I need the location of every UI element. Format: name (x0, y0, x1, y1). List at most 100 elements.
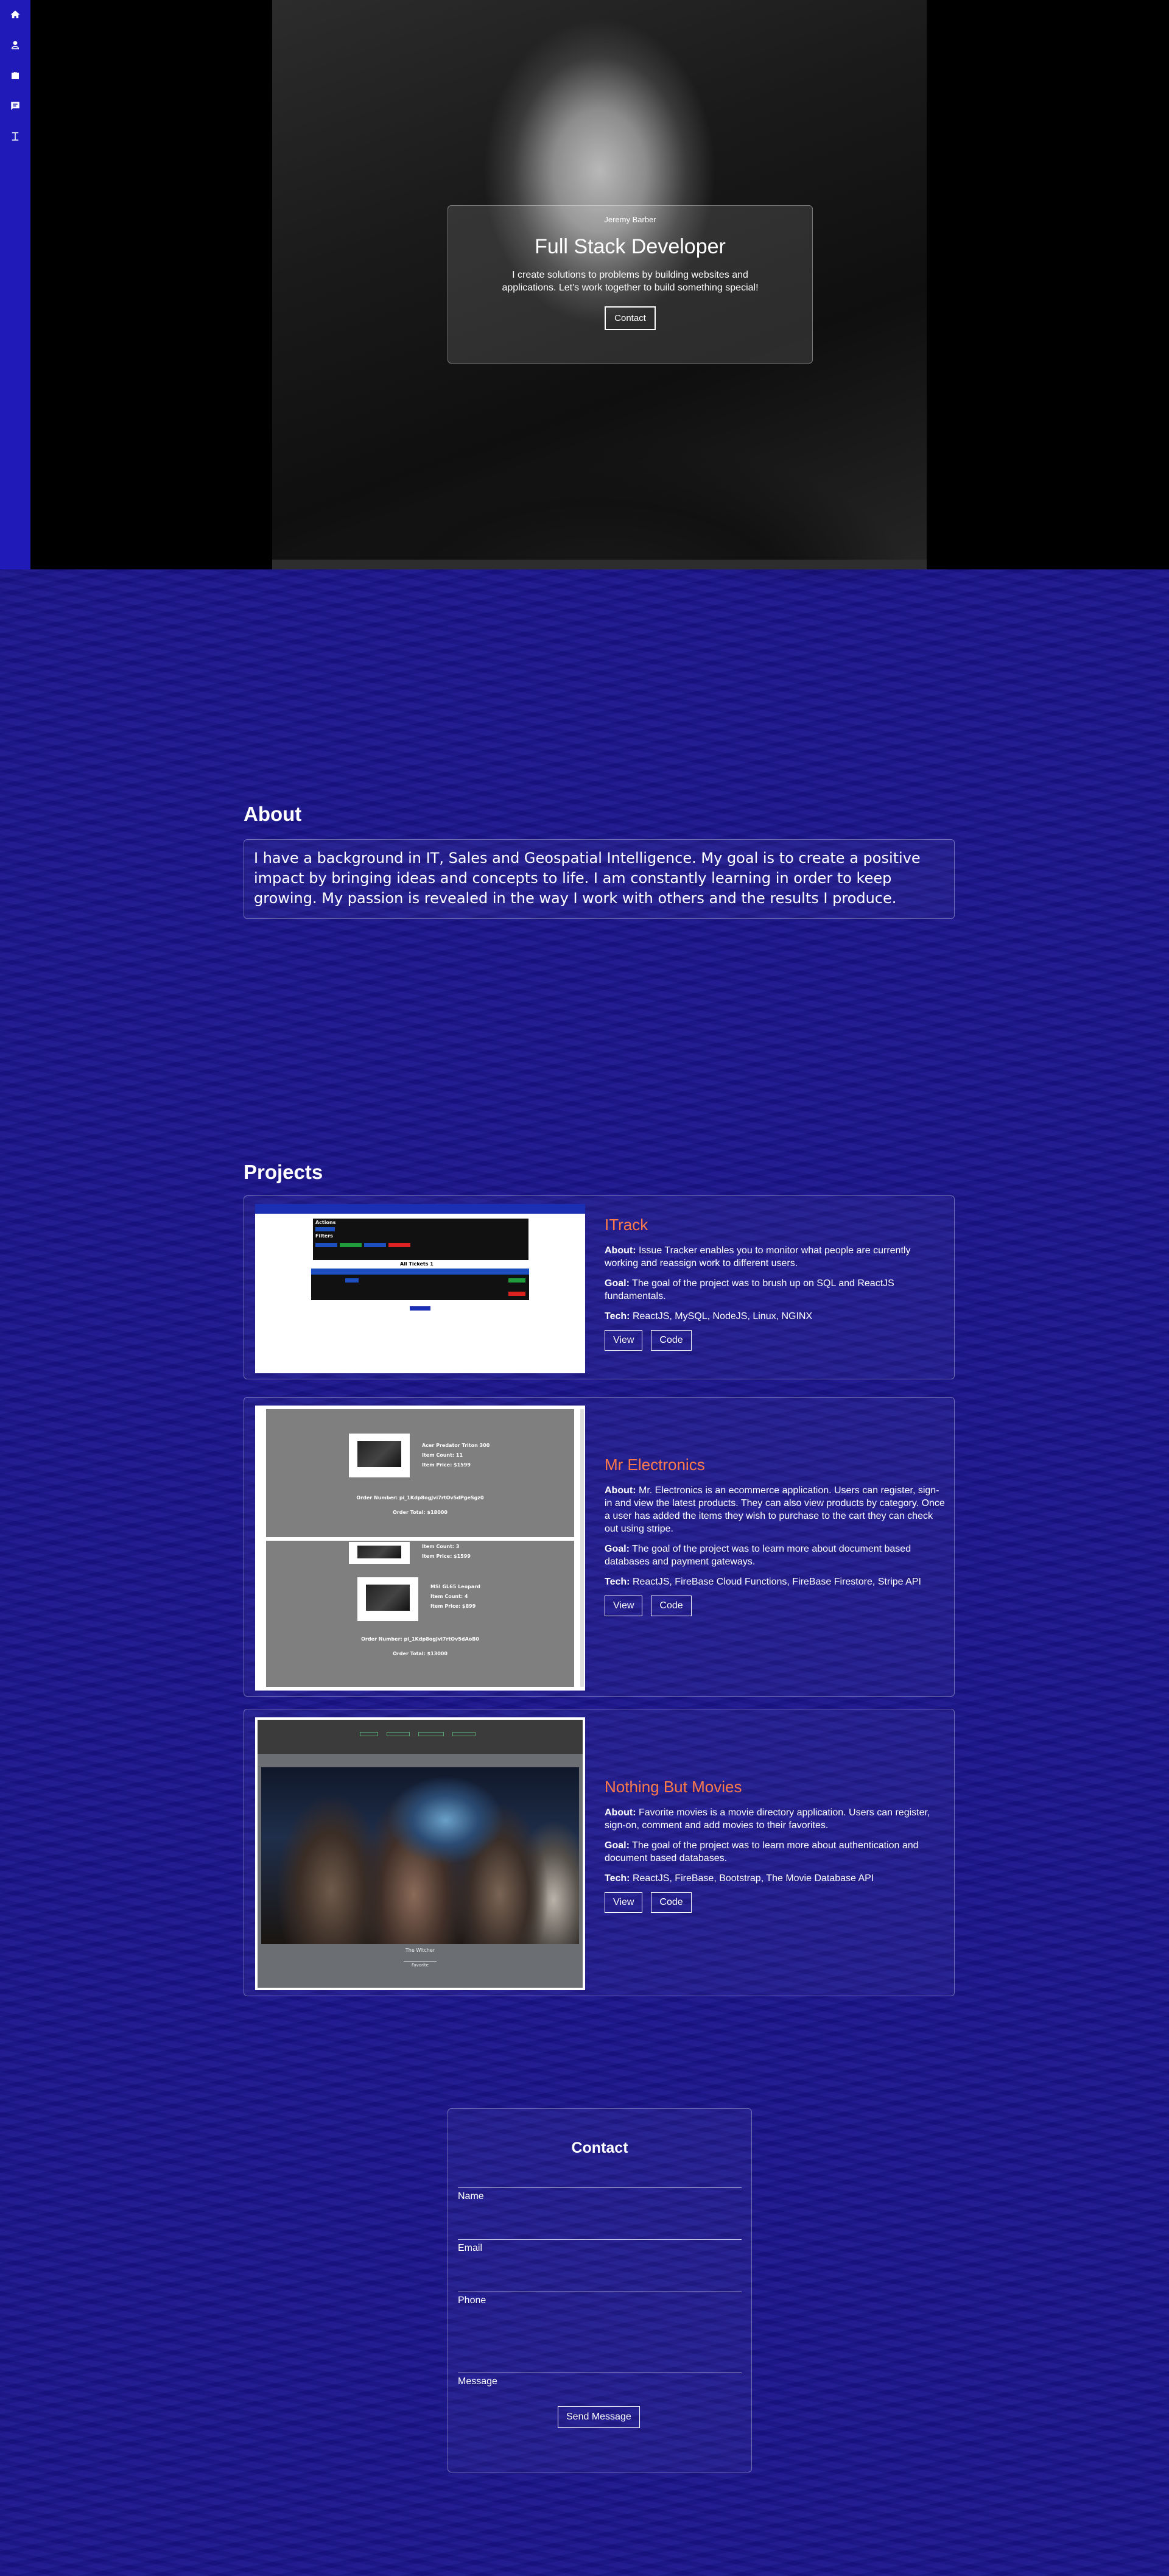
project-goal: Goal: The goal of the project was to lea… (605, 1839, 946, 1865)
hero-name: Jeremy Barber (604, 215, 656, 224)
mock-order-card: Item Count: 3 Item Price: $1599 MSI GL65… (266, 1541, 574, 1687)
about-text: I have a background in IT, Sales and Geo… (254, 850, 921, 907)
project-tech: Tech: ReactJS, FireBase Cloud Functions,… (605, 1575, 946, 1588)
sidebar-item-home[interactable] (6, 6, 24, 23)
hero-text: I create solutions to problems by buildi… (502, 270, 759, 293)
sidebar-item-about[interactable] (6, 37, 24, 54)
goal-label: Goal: (605, 1840, 630, 1851)
project-info-mr-electronics: Mr Electronics About: Mr. Electronics is… (605, 1455, 946, 1616)
projects-title: Projects (244, 1161, 323, 1183)
mock-order-total: Order Total: $18000 (393, 1510, 448, 1515)
mock-actions-title: Actions (315, 1220, 336, 1225)
mock-tickets-label: All Tickets 1 (400, 1261, 434, 1267)
mock-order-card: Acer Predator Triton 300 Item Count: 11 … (266, 1409, 574, 1537)
mock-filters-title: Filters (315, 1233, 333, 1239)
name-field[interactable] (458, 2187, 742, 2188)
hero-title: Full Stack Developer (535, 235, 726, 258)
mock-button (508, 1292, 525, 1296)
project-info-nothing-but-movies: Nothing But Movies About: Favorite movie… (605, 1778, 946, 1913)
mock-button (315, 1227, 335, 1231)
project-screenshot-nothing-but-movies: The Witcher Favorite (255, 1717, 585, 1990)
project-buttons: View Code (605, 1892, 946, 1913)
mock-movie-poster (261, 1767, 579, 1944)
mock-item-count: Item Count: 4 (430, 1594, 468, 1599)
project-tech-text: ReactJS, FireBase Cloud Functions, FireB… (632, 1577, 921, 1587)
project-name: Mr Electronics (605, 1455, 705, 1474)
code-button[interactable]: Code (651, 1596, 692, 1616)
project-card-itrack: Actions Filters All Tickets 1 ITrack Abo… (244, 1195, 955, 1379)
mock-button (340, 1243, 362, 1247)
sidebar-nav (0, 0, 30, 569)
project-tech-text: ReactJS, FireBase, Bootstrap, The Movie … (632, 1873, 874, 1884)
contact-title: Contact (571, 2139, 628, 2156)
project-screenshot-mr-electronics: Acer Predator Triton 300 Item Count: 11 … (255, 1406, 585, 1691)
code-button[interactable]: Code (651, 1330, 692, 1351)
mock-item-price: Item Price: $1599 (422, 1554, 471, 1559)
project-screenshot-itrack: Actions Filters All Tickets 1 (255, 1204, 585, 1373)
mock-button (388, 1243, 410, 1247)
project-card-mr-electronics: Acer Predator Triton 300 Item Count: 11 … (244, 1397, 955, 1697)
phone-label: Phone (458, 2295, 486, 2306)
mock-item-count: Item Count: 11 (422, 1452, 463, 1458)
message-icon (11, 102, 19, 110)
email-label: Email (458, 2243, 483, 2253)
mock-item-details: MSI GL65 Leopard Item Count: 4 Item Pric… (430, 1582, 480, 1611)
goal-label: Goal: (605, 1278, 630, 1289)
view-button[interactable]: View (605, 1596, 643, 1616)
mock-item-count: Item Count: 3 (422, 1544, 460, 1549)
project-about-text: Issue Tracker enables you to monitor wha… (605, 1245, 911, 1269)
hero-section: Jeremy Barber Full Stack Developer I cre… (30, 0, 1169, 569)
mock-pagination (410, 1306, 430, 1311)
project-tech-text: ReactJS, MySQL, NodeJS, Linux, NGINX (632, 1311, 813, 1321)
mock-item-details: Acer Predator Triton 300 Item Count: 11 … (422, 1441, 490, 1470)
project-about: About: Mr. Electronics is an ecommerce a… (605, 1484, 946, 1535)
mock-item-name: Acer Predator Triton 300 (422, 1443, 490, 1448)
mock-navbar (258, 1720, 583, 1754)
sidebar-item-contact[interactable] (6, 97, 24, 114)
about-box: I have a background in IT, Sales and Geo… (244, 839, 955, 919)
mock-order-total: Order Total: $13000 (393, 1651, 448, 1656)
contact-form: Contact Name Email Phone Message Send Me… (448, 2108, 752, 2472)
mock-nav-button (360, 1732, 378, 1736)
mock-laptop-image (357, 1577, 418, 1621)
mock-tickets-table (311, 1269, 529, 1300)
view-button[interactable]: View (605, 1892, 643, 1913)
project-tech: Tech: ReactJS, FireBase, Bootstrap, The … (605, 1872, 946, 1885)
text-cursor-icon (12, 132, 19, 141)
email-field[interactable] (458, 2239, 742, 2240)
mock-navbar (255, 1204, 585, 1214)
code-button[interactable]: Code (651, 1892, 692, 1913)
mock-button (364, 1243, 386, 1247)
mock-item-name: MSI GL65 Leopard (430, 1584, 480, 1589)
project-about-text: Mr. Electronics is an ecommerce applicat… (605, 1485, 945, 1534)
about-label: About: (605, 1245, 636, 1256)
project-goal-text: The goal of the project was to brush up … (605, 1278, 894, 1301)
project-card-nothing-but-movies: The Witcher Favorite Nothing But Movies … (244, 1709, 955, 1996)
about-label: About: (605, 1485, 636, 1496)
hero-contact-button[interactable]: Contact (605, 306, 656, 330)
mock-favorite-button: Favorite (404, 1961, 437, 1968)
mock-nav-button (452, 1732, 476, 1736)
mock-movie-caption: The Witcher (405, 1948, 435, 1953)
mock-item-price: Item Price: $899 (430, 1603, 476, 1609)
message-label: Message (458, 2376, 497, 2387)
mock-laptop-image (349, 1542, 410, 1564)
send-message-button[interactable]: Send Message (558, 2406, 640, 2428)
mock-actions-panel: Actions Filters (313, 1219, 528, 1260)
project-goal: Goal: The goal of the project was to bru… (605, 1277, 946, 1303)
mock-button (345, 1278, 359, 1283)
mock-laptop-image (349, 1434, 410, 1477)
project-info-itrack: ITrack About: Issue Tracker enables you … (605, 1216, 946, 1351)
hero-card: Jeremy Barber Full Stack Developer I cre… (448, 205, 813, 364)
project-buttons: View Code (605, 1330, 946, 1351)
project-goal-text: The goal of the project was to learn mor… (605, 1840, 919, 1863)
project-name: Nothing But Movies (605, 1778, 742, 1796)
project-about-text: Favorite movies is a movie directory app… (605, 1807, 930, 1831)
mock-scrollbar (580, 1409, 584, 1687)
mock-movie-area: The Witcher Favorite (258, 1754, 583, 1988)
about-label: About: (605, 1807, 636, 1818)
view-button[interactable]: View (605, 1330, 643, 1351)
sidebar-item-resume[interactable] (6, 128, 24, 145)
mock-button (315, 1243, 337, 1247)
sidebar-item-projects[interactable] (6, 67, 24, 84)
